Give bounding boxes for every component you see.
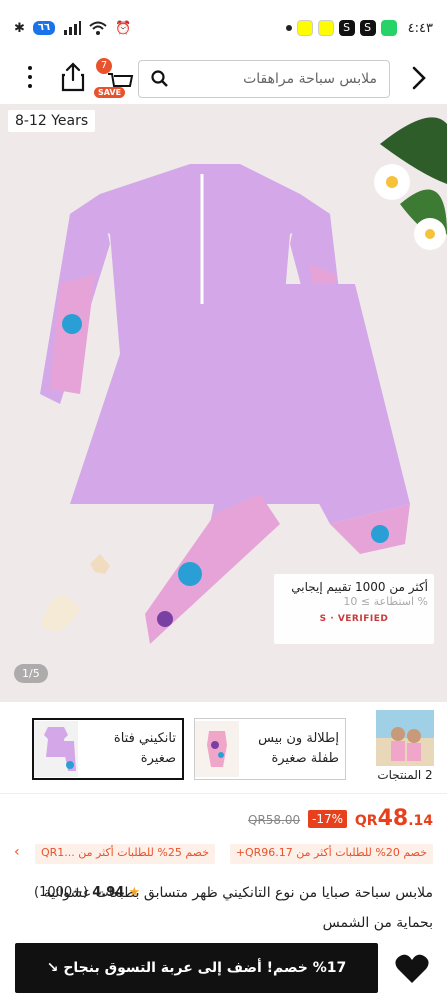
rating-overlay: أكثر من 1000 تقييم إيجابي % استطاعة ≥ 10… <box>274 574 434 644</box>
cart-count-badge: 7 <box>96 58 112 74</box>
whatsapp-icon <box>380 20 397 36</box>
search-placeholder: ملابس سباحة مراهقات <box>243 71 377 87</box>
chevron-left-icon[interactable]: ‹ <box>14 844 20 860</box>
cart-button[interactable]: 7 SAVE <box>94 58 136 100</box>
rating-overlay-subtitle: % استطاعة ≥ 10 <box>343 595 428 608</box>
bluetooth-icon: ✱ <box>14 20 25 36</box>
current-price-integer: 48 <box>377 806 409 831</box>
search-bar[interactable]: ملابس سباحة مراهقات <box>138 60 390 98</box>
verified-badge: S · VERIFIED <box>319 614 389 624</box>
bottom-action-bar: %17 خصم! أضف إلى عربة التسوق بنجاح ↘ <box>0 935 447 1000</box>
save-badge: SAVE <box>94 87 126 98</box>
all-products-label: 2 المنتجات <box>377 768 433 782</box>
rating-value: 4.94 <box>92 885 125 900</box>
all-products-photo <box>376 710 434 766</box>
promo-chip[interactable]: خصم 25% للطلبات أكثر من ...QR1 <box>34 844 215 864</box>
add-to-cart-button[interactable]: %17 خصم! أضف إلى عربة التسوق بنجاح ↘ <box>15 943 378 993</box>
top-nav: 7 SAVE ملابس سباحة مراهقات <box>0 56 447 100</box>
wishlist-heart-icon[interactable] <box>394 953 430 985</box>
status-bar: ✱ ٦٦ ⏰ S S ٤:٤٣ <box>0 0 447 56</box>
promotions-row[interactable]: خصم 20% للطلبات أكثر من QR96.17+ خصم 25%… <box>0 842 447 866</box>
current-price-currency: QR <box>354 813 378 829</box>
product-image-carousel[interactable]: 8-12 Years أكثر من 1000 تقييم إيجابي % ا… <box>0 104 447 702</box>
promo-chip[interactable]: خصم 20% للطلبات أكثر من QR96.17+ <box>229 844 433 864</box>
network-badge: ٦٦ <box>32 21 56 35</box>
notification-dot-icon <box>285 25 292 31</box>
variant-tankini-label: تانكيني فتاة صغيرة <box>113 731 176 766</box>
snapchat-icon-2 <box>317 20 334 36</box>
variant-card-tankini[interactable]: تانكيني فتاة صغيرة <box>32 718 184 780</box>
share-icon[interactable] <box>60 62 86 92</box>
product-rating[interactable]: (1000+) 4.94 ★ <box>34 878 140 908</box>
discount-badge: -17% <box>308 810 348 828</box>
shein-icon: S <box>338 20 355 36</box>
search-icon[interactable] <box>151 70 169 88</box>
review-count: (1000+) <box>34 885 89 900</box>
status-left: ✱ ٦٦ ⏰ <box>14 21 131 36</box>
variant-card-onepiece[interactable]: إطلالة ون بيس طفلة صغيرة <box>194 718 346 780</box>
back-arrow-icon[interactable] <box>404 64 432 92</box>
signal-icon <box>64 21 82 35</box>
snapchat-icon <box>296 20 313 36</box>
image-counter: 1/5 <box>14 664 48 683</box>
current-price: QR48.14 <box>355 806 433 831</box>
more-options-icon[interactable] <box>22 64 38 92</box>
all-products-button[interactable]: 2 المنتجات <box>372 710 438 786</box>
original-price: QR58.00 <box>248 813 301 827</box>
rating-overlay-title: أكثر من 1000 تقييم إيجابي <box>291 580 428 594</box>
clock-time: ٤:٤٣ <box>407 20 433 36</box>
variant-onepiece-thumbnail <box>195 721 239 777</box>
wifi-icon <box>89 21 107 35</box>
status-right: S S ٤:٤٣ <box>285 20 433 36</box>
shein-icon-2: S <box>359 20 376 36</box>
price-row: QR48.14 -17% QR58.00 <box>0 806 447 836</box>
age-tag: 8-12 Years <box>8 110 96 132</box>
variant-tankini-thumbnail <box>34 721 78 777</box>
alarm-icon: ⏰ <box>115 20 132 36</box>
all-products-thumbnail <box>376 710 434 766</box>
variant-thumbnails: تانكيني فتاة صغيرة إطلالة ون بيس طفلة صغ… <box>0 702 447 794</box>
variant-onepiece-label: إطلالة ون بيس طفلة صغيرة <box>258 731 339 766</box>
star-icon: ★ <box>128 885 141 900</box>
current-price-decimal: .14 <box>408 813 433 829</box>
